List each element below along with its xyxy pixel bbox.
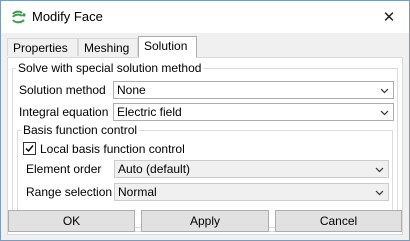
element-order-dropdown[interactable]: Auto (default) — [114, 160, 389, 178]
tab-properties[interactable]: Properties — [7, 38, 78, 56]
element-order-label: Element order — [26, 162, 102, 176]
range-selection-dropdown[interactable]: Normal — [114, 183, 389, 201]
apply-button[interactable]: Apply — [141, 210, 269, 232]
solution-tab-panel: Solve with special solution method Solut… — [7, 57, 403, 235]
modify-face-dialog: Modify Face ✕ Properties Meshing Solutio… — [0, 0, 410, 241]
chevron-down-icon — [380, 88, 389, 94]
app-icon — [12, 10, 26, 24]
solution-method-label: Solution method — [19, 83, 106, 97]
integral-equation-value: Electric field — [117, 105, 182, 119]
local-basis-label[interactable]: Local basis function control — [40, 142, 185, 156]
close-icon: ✕ — [382, 9, 396, 26]
title-bar: Modify Face ✕ — [1, 1, 409, 33]
dialog-title: Modify Face — [32, 9, 103, 24]
tab-solution[interactable]: Solution — [138, 36, 197, 58]
tab-meshing[interactable]: Meshing — [78, 38, 138, 56]
chevron-down-icon — [380, 110, 389, 116]
local-basis-checkbox[interactable] — [23, 142, 36, 155]
basis-group-title: Basis function control — [21, 123, 140, 137]
solve-special-method-group: Solve with special solution method Solut… — [12, 61, 398, 232]
chevron-down-icon — [375, 190, 384, 196]
solution-method-value: None — [117, 83, 146, 97]
dialog-body: Properties Meshing Solution Solve with s… — [1, 33, 409, 240]
solution-method-dropdown[interactable]: None — [113, 81, 394, 99]
cancel-button[interactable]: Cancel — [275, 210, 402, 232]
close-button[interactable]: ✕ — [369, 1, 409, 33]
chevron-down-icon — [375, 167, 384, 173]
range-selection-label: Range selection — [26, 185, 113, 199]
integral-equation-label: Integral equation — [19, 105, 109, 119]
solve-group-title: Solve with special solution method — [16, 61, 204, 75]
range-selection-value: Normal — [118, 185, 157, 199]
integral-equation-dropdown[interactable]: Electric field — [113, 103, 394, 121]
element-order-value: Auto (default) — [118, 162, 191, 176]
checkmark-icon — [25, 145, 34, 153]
ok-button[interactable]: OK — [8, 210, 135, 232]
